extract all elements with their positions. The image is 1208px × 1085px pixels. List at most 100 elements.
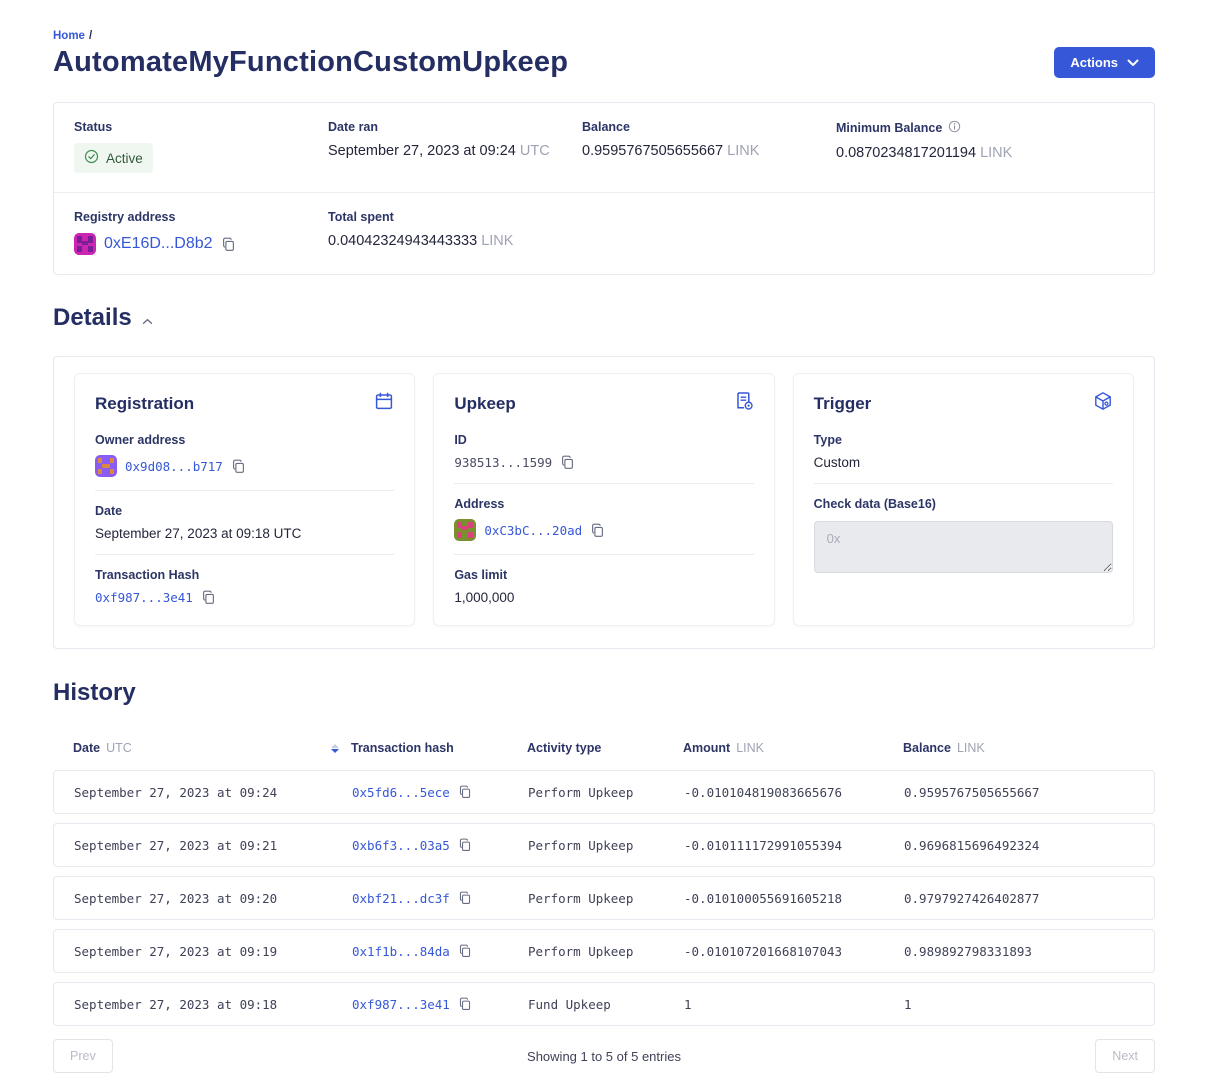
upkeep-address-field: Address 0xC3bC...20ad xyxy=(454,483,753,554)
upkeep-id-value: 938513...1599 xyxy=(454,455,552,470)
registry-identicon xyxy=(74,233,96,255)
registration-date-field: Date September 27, 2023 at 09:18 UTC xyxy=(95,490,394,554)
min-balance-label: Minimum Balance xyxy=(836,121,942,135)
copy-registry-address-button[interactable] xyxy=(221,237,236,252)
balance-unit: LINK xyxy=(727,143,759,159)
history-table-body: September 27, 2023 at 09:24 0x5fd6...5ec… xyxy=(53,770,1155,1026)
copy-tx-button[interactable] xyxy=(458,785,472,799)
row-date: September 27, 2023 at 09:20 xyxy=(74,891,352,906)
col-amount-label: Amount xyxy=(683,741,730,755)
copy-owner-address-button[interactable] xyxy=(231,459,246,474)
page-title: AutomateMyFunctionCustomUpkeep xyxy=(53,46,568,79)
document-gear-icon xyxy=(734,391,754,416)
cube-icon xyxy=(1093,391,1113,416)
gas-limit-label: Gas limit xyxy=(454,568,753,582)
registration-date-value: September 27, 2023 at 09:18 UTC xyxy=(95,526,394,541)
date-ran-value: September 27, 2023 at 09:24 xyxy=(328,143,516,159)
trigger-type-value: Custom xyxy=(814,455,1113,470)
check-data-input[interactable] xyxy=(814,521,1113,573)
row-amount: -0.010107201668107043 xyxy=(684,944,904,959)
pagination-summary: Showing 1 to 5 of 5 entries xyxy=(527,1049,681,1064)
registration-card: Registration Owner address 0x9d08...b717 xyxy=(74,373,415,626)
trigger-card: Trigger Type Custom Check data (Base16) xyxy=(793,373,1134,626)
details-heading: Details xyxy=(53,304,132,332)
details-panel: Registration Owner address 0x9d08...b717 xyxy=(53,356,1155,649)
copy-tx-button[interactable] xyxy=(458,838,472,852)
total-spent-unit: LINK xyxy=(481,233,513,249)
breadcrumb-separator: / xyxy=(89,30,92,42)
table-row: September 27, 2023 at 09:24 0x5fd6...5ec… xyxy=(53,770,1155,814)
upkeep-card: Upkeep ID 938513...1599 Address xyxy=(433,373,774,626)
info-icon[interactable] xyxy=(948,120,961,136)
breadcrumb-home-link[interactable]: Home xyxy=(53,30,85,42)
sort-date-icon[interactable] xyxy=(331,744,339,753)
next-page-button[interactable]: Next xyxy=(1095,1039,1155,1073)
copy-upkeep-id-button[interactable] xyxy=(560,455,575,470)
summary-card: Status Active Date ran September 27, 202… xyxy=(53,102,1155,275)
table-row: September 27, 2023 at 09:19 0x1f1b...84d… xyxy=(53,929,1155,973)
row-date: September 27, 2023 at 09:24 xyxy=(74,785,352,800)
col-balance-unit: LINK xyxy=(957,741,985,755)
owner-address-label: Owner address xyxy=(95,433,394,447)
collapse-details-icon[interactable] xyxy=(142,318,153,325)
copy-tx-button[interactable] xyxy=(458,944,472,958)
check-data-label: Check data (Base16) xyxy=(814,497,1113,511)
min-balance-value: 0.0870234817201194 xyxy=(836,145,976,161)
upkeep-address-label: Address xyxy=(454,497,753,511)
registry-address-label: Registry address xyxy=(74,210,328,224)
status-badge-text: Active xyxy=(106,151,143,166)
row-activity: Perform Upkeep xyxy=(528,785,684,800)
row-tx-link[interactable]: 0x1f1b...84da xyxy=(352,944,450,959)
table-row: September 27, 2023 at 09:18 0xf987...3e4… xyxy=(53,982,1155,1026)
status-field: Status Active xyxy=(74,120,328,173)
copy-registration-tx-button[interactable] xyxy=(201,590,216,605)
history-heading: History xyxy=(53,679,136,707)
breadcrumb: Home / xyxy=(53,30,1155,42)
table-row: September 27, 2023 at 09:20 0xbf21...dc3… xyxy=(53,876,1155,920)
col-date-label: Date xyxy=(73,741,100,755)
row-amount: -0.010104819083665676 xyxy=(684,785,904,800)
row-activity: Perform Upkeep xyxy=(528,944,684,959)
row-balance: 0.9595767505655667 xyxy=(904,785,1134,800)
copy-tx-button[interactable] xyxy=(458,891,472,905)
copy-upkeep-address-button[interactable] xyxy=(590,523,605,538)
row-tx-link[interactable]: 0xbf21...dc3f xyxy=(352,891,450,906)
row-amount: -0.010100055691605218 xyxy=(684,891,904,906)
registration-date-label: Date xyxy=(95,504,394,518)
upkeep-title: Upkeep xyxy=(454,394,515,414)
calendar-icon xyxy=(374,391,394,416)
trigger-type-field: Type Custom xyxy=(814,433,1113,483)
prev-page-button[interactable]: Prev xyxy=(53,1039,113,1073)
status-badge: Active xyxy=(74,143,153,173)
row-activity: Perform Upkeep xyxy=(528,891,684,906)
registration-tx-field: Transaction Hash 0xf987...3e41 xyxy=(95,554,394,605)
col-tx-label: Transaction hash xyxy=(351,741,454,755)
row-date: September 27, 2023 at 09:18 xyxy=(74,997,352,1012)
copy-tx-button[interactable] xyxy=(458,997,472,1011)
row-activity: Perform Upkeep xyxy=(528,838,684,853)
balance-field: Balance 0.9595767505655667 LINK xyxy=(582,120,836,173)
registration-tx-link[interactable]: 0xf987...3e41 xyxy=(95,590,193,605)
row-amount: 1 xyxy=(684,997,904,1012)
status-label: Status xyxy=(74,120,328,134)
row-balance: 0.9696815696492324 xyxy=(904,838,1134,853)
balance-value: 0.9595767505655667 xyxy=(582,143,723,159)
row-tx-link[interactable]: 0x5fd6...5ece xyxy=(352,785,450,800)
date-ran-field: Date ran September 27, 2023 at 09:24 UTC xyxy=(328,120,582,173)
actions-button[interactable]: Actions xyxy=(1054,47,1155,78)
upkeep-address-link[interactable]: 0xC3bC...20ad xyxy=(484,523,582,538)
row-balance: 1 xyxy=(904,997,1134,1012)
history-table-header: Date UTC Transaction hash Activity type … xyxy=(53,741,1155,755)
row-tx-link[interactable]: 0xb6f3...03a5 xyxy=(352,838,450,853)
total-spent-label: Total spent xyxy=(328,210,582,224)
actions-button-label: Actions xyxy=(1070,55,1118,70)
col-date-unit: UTC xyxy=(106,741,132,755)
owner-address-link[interactable]: 0x9d08...b717 xyxy=(125,459,223,474)
row-tx-link[interactable]: 0xf987...3e41 xyxy=(352,997,450,1012)
registry-address-link[interactable]: 0xE16D...D8b2 xyxy=(104,235,213,253)
col-balance-label: Balance xyxy=(903,741,951,755)
owner-identicon xyxy=(95,455,117,477)
pagination: Prev Showing 1 to 5 of 5 entries Next xyxy=(53,1039,1155,1073)
table-row: September 27, 2023 at 09:21 0xb6f3...03a… xyxy=(53,823,1155,867)
registry-address-field: Registry address 0xE16D...D8b2 xyxy=(74,210,328,255)
